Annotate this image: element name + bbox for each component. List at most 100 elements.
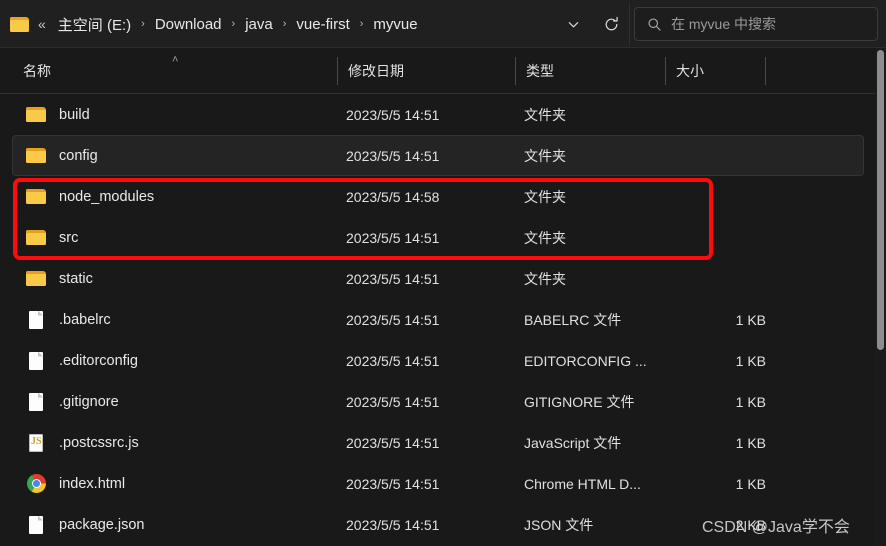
- table-row[interactable]: .babelrc 2023/5/5 14:51 BABELRC 文件 1 KB: [12, 299, 864, 340]
- file-size-cell: 2 KB: [735, 516, 766, 533]
- folder-icon: [25, 269, 47, 289]
- file-size-cell: 1 KB: [735, 311, 766, 328]
- file-name-label: package.json: [59, 516, 145, 533]
- file-date-cell: 2023/5/5 14:51: [346, 393, 440, 410]
- file-name-cell[interactable]: .gitignore: [25, 392, 119, 412]
- file-size-cell: 1 KB: [735, 475, 766, 492]
- table-row[interactable]: JS .postcssrc.js 2023/5/5 14:51 JavaScript …: [12, 422, 864, 463]
- search-input[interactable]: 在 myvue 中搜索: [671, 14, 776, 34]
- breadcrumb-item-myvue[interactable]: myvue: [371, 13, 419, 36]
- file-type-cell: JSON 文件: [524, 516, 594, 533]
- address-bar: « 主空间 (E:) › Download › java › vue-first…: [0, 0, 886, 48]
- document-icon: [25, 351, 47, 371]
- file-type-cell: 文件夹: [524, 106, 566, 123]
- file-date-cell: 2023/5/5 14:51: [346, 147, 440, 164]
- breadcrumb-item-java[interactable]: java: [243, 13, 275, 36]
- file-date-cell: 2023/5/5 14:51: [346, 516, 440, 533]
- breadcrumb-address-box[interactable]: « 主空间 (E:) › Download › java › vue-first…: [0, 2, 630, 46]
- file-name-cell[interactable]: static: [25, 269, 93, 289]
- folder-icon: [25, 146, 47, 166]
- breadcrumb-separator-icon: ›: [359, 18, 364, 30]
- file-name-label: .babelrc: [59, 311, 111, 328]
- file-name-label: .postcssrc.js: [59, 434, 139, 451]
- breadcrumb-item-vue-first[interactable]: vue-first: [294, 13, 351, 36]
- table-row[interactable]: node_modules 2023/5/5 14:58 文件夹: [12, 176, 864, 217]
- file-type-cell: GITIGNORE 文件: [524, 393, 635, 410]
- file-name-label: .editorconfig: [59, 352, 138, 369]
- table-row[interactable]: config 2023/5/5 14:51 文件夹: [12, 135, 864, 176]
- file-name-label: .gitignore: [59, 393, 119, 410]
- file-name-cell[interactable]: node_modules: [25, 187, 154, 207]
- file-type-cell: BABELRC 文件: [524, 311, 622, 328]
- column-header-date-label: 修改日期: [348, 63, 404, 79]
- file-name-cell[interactable]: package.json: [25, 515, 144, 535]
- file-name-cell[interactable]: JS .postcssrc.js: [25, 433, 139, 453]
- table-row[interactable]: index.html 2023/5/5 14:51 Chrome HTML D...…: [12, 463, 864, 504]
- column-divider: [515, 57, 516, 85]
- file-date-cell: 2023/5/5 14:51: [346, 311, 440, 328]
- column-divider: [337, 57, 338, 85]
- file-date-cell: 2023/5/5 14:51: [346, 434, 440, 451]
- table-row[interactable]: .editorconfig 2023/5/5 14:51 EDITORCONFIG …: [12, 340, 864, 381]
- file-date-cell: 2023/5/5 14:51: [346, 270, 440, 287]
- file-list[interactable]: build 2023/5/5 14:51 文件夹 config 2023/5/5 14:…: [0, 94, 876, 546]
- table-row[interactable]: build 2023/5/5 14:51 文件夹: [12, 94, 864, 135]
- file-name-cell[interactable]: src: [25, 228, 78, 248]
- address-bar-actions: [556, 2, 628, 46]
- column-header-name-label: 名称: [23, 63, 51, 79]
- vertical-scrollbar[interactable]: [875, 48, 886, 546]
- file-name-label: build: [59, 106, 90, 123]
- table-row[interactable]: src 2023/5/5 14:51 文件夹: [12, 217, 864, 258]
- column-header-row: 名称 修改日期 类型 大小: [0, 48, 886, 94]
- file-name-label: static: [59, 270, 93, 287]
- scrollbar-thumb[interactable]: [877, 50, 884, 350]
- file-explorer-window: « 主空间 (E:) › Download › java › vue-first…: [0, 0, 886, 546]
- file-type-cell: 文件夹: [524, 229, 566, 246]
- breadcrumb-item-download[interactable]: Download: [153, 13, 224, 36]
- search-icon: [643, 13, 665, 35]
- file-type-cell: 文件夹: [524, 147, 566, 164]
- file-type-cell: 文件夹: [524, 270, 566, 287]
- document-icon: [25, 392, 47, 412]
- file-name-label: src: [59, 229, 79, 246]
- file-name-cell[interactable]: config: [25, 146, 98, 166]
- file-date-cell: 2023/5/5 14:51: [346, 106, 440, 123]
- search-box[interactable]: 在 myvue 中搜索: [634, 7, 878, 41]
- breadcrumb-separator-icon: ›: [282, 18, 287, 30]
- file-date-cell: 2023/5/5 14:51: [346, 475, 440, 492]
- folder-icon: [10, 16, 29, 32]
- file-name-cell[interactable]: index.html: [25, 473, 126, 494]
- chrome-icon: [25, 473, 47, 494]
- column-header-size[interactable]: 大小: [665, 48, 765, 94]
- column-header-date[interactable]: 修改日期: [337, 48, 515, 94]
- folder-icon: [25, 105, 47, 125]
- file-name-cell[interactable]: .babelrc: [25, 310, 111, 330]
- sort-ascending-icon: ˄: [172, 54, 179, 66]
- breadcrumb-separator-icon: ›: [141, 18, 145, 30]
- column-divider: [765, 57, 766, 85]
- file-type-cell: EDITORCONFIG ...: [524, 352, 647, 369]
- file-name-label: node_modules: [59, 188, 155, 205]
- file-size-cell: 1 KB: [735, 352, 766, 369]
- file-name-label: index.html: [59, 475, 126, 492]
- column-header-type-label: 类型: [526, 63, 554, 79]
- file-name-cell[interactable]: build: [25, 105, 90, 125]
- file-date-cell: 2023/5/5 14:51: [346, 229, 440, 246]
- file-size-cell: 1 KB: [735, 393, 766, 410]
- table-row[interactable]: package.json 2023/5/5 14:51 JSON 文件 2 KB: [12, 504, 864, 545]
- table-row[interactable]: static 2023/5/5 14:51 文件夹: [12, 258, 864, 299]
- chevron-down-icon[interactable]: [556, 7, 590, 41]
- breadcrumb-separator-icon: ›: [231, 18, 236, 30]
- column-header-type[interactable]: 类型: [515, 48, 665, 94]
- file-date-cell: 2023/5/5 14:51: [346, 352, 440, 369]
- table-row[interactable]: .gitignore 2023/5/5 14:51 GITIGNORE 文件 1 KB: [12, 381, 864, 422]
- file-type-cell: JavaScript 文件: [524, 434, 622, 451]
- column-divider: [665, 57, 666, 85]
- column-header-size-label: 大小: [676, 63, 704, 79]
- breadcrumb-item-drive[interactable]: 主空间 (E:): [56, 11, 133, 38]
- refresh-icon[interactable]: [594, 7, 628, 41]
- file-name-cell[interactable]: .editorconfig: [25, 351, 138, 371]
- file-size-cell: 1 KB: [735, 434, 766, 451]
- breadcrumb-overflow-icon[interactable]: «: [38, 17, 46, 31]
- folder-icon: [25, 187, 47, 207]
